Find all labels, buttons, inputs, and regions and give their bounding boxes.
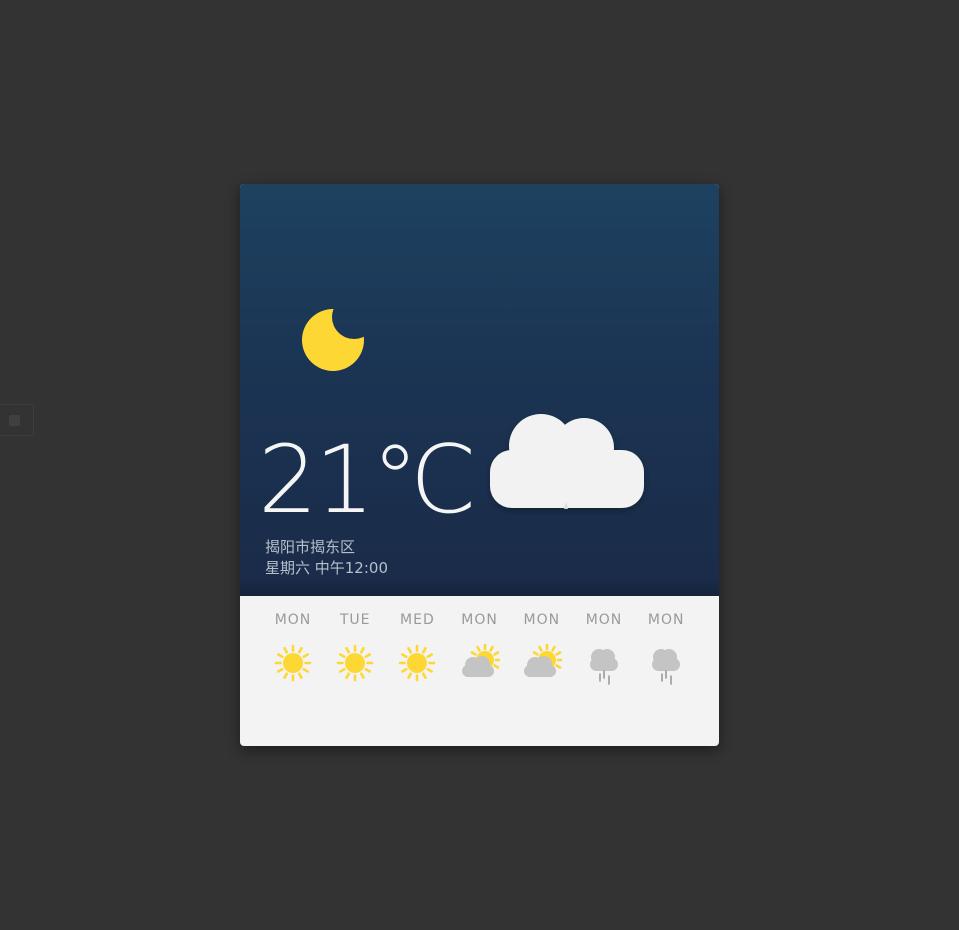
location-block: 揭阳市揭东区 星期六 中午12:00 — [265, 537, 388, 579]
moon-icon — [302, 309, 364, 371]
forecast-day-name: MON — [585, 612, 623, 628]
forecast-day: MON — [450, 596, 510, 687]
forecast-day: MON — [574, 596, 634, 687]
sun-icon — [399, 644, 436, 682]
current-weather-panel: 19℃20℃22℃21℃18℃19℃ 21℃ 揭阳市揭东区 星期六 中午12:0… — [240, 184, 719, 596]
forecast-strip: MON TUE MED MON MON MON MON — [240, 596, 719, 746]
sun-icon — [274, 644, 312, 682]
partly-cloudy-icon — [461, 643, 500, 677]
forecast-day-name: MON — [523, 612, 561, 628]
location-name: 揭阳市揭东区 — [265, 538, 356, 556]
cloud-icon — [490, 414, 644, 509]
forecast-day-name: TUE — [339, 612, 371, 628]
square-icon — [9, 415, 20, 426]
forecast-day-name: MED — [400, 612, 435, 628]
sun-icon — [336, 644, 374, 682]
forecast-day: MED — [387, 596, 447, 687]
rain-icon — [590, 649, 618, 685]
side-handle[interactable] — [0, 404, 34, 436]
partly-cloudy-icon — [523, 643, 562, 677]
rain-icon — [652, 649, 681, 685]
forecast-day: MON — [636, 596, 696, 687]
weather-card: 19℃20℃22℃21℃18℃19℃ 21℃ 揭阳市揭东区 星期六 中午12:0… — [240, 184, 719, 746]
forecast-day-name: MON — [274, 612, 312, 628]
forecast-day-name: MON — [461, 612, 498, 628]
forecast-day: TUE — [325, 596, 385, 687]
forecast-day: MON — [512, 596, 572, 687]
forecast-day-name: MON — [647, 612, 685, 628]
current-temperature: 21℃ — [258, 426, 477, 535]
forecast-day: MON — [263, 596, 323, 687]
date-time: 星期六 中午12:00 — [265, 559, 388, 577]
